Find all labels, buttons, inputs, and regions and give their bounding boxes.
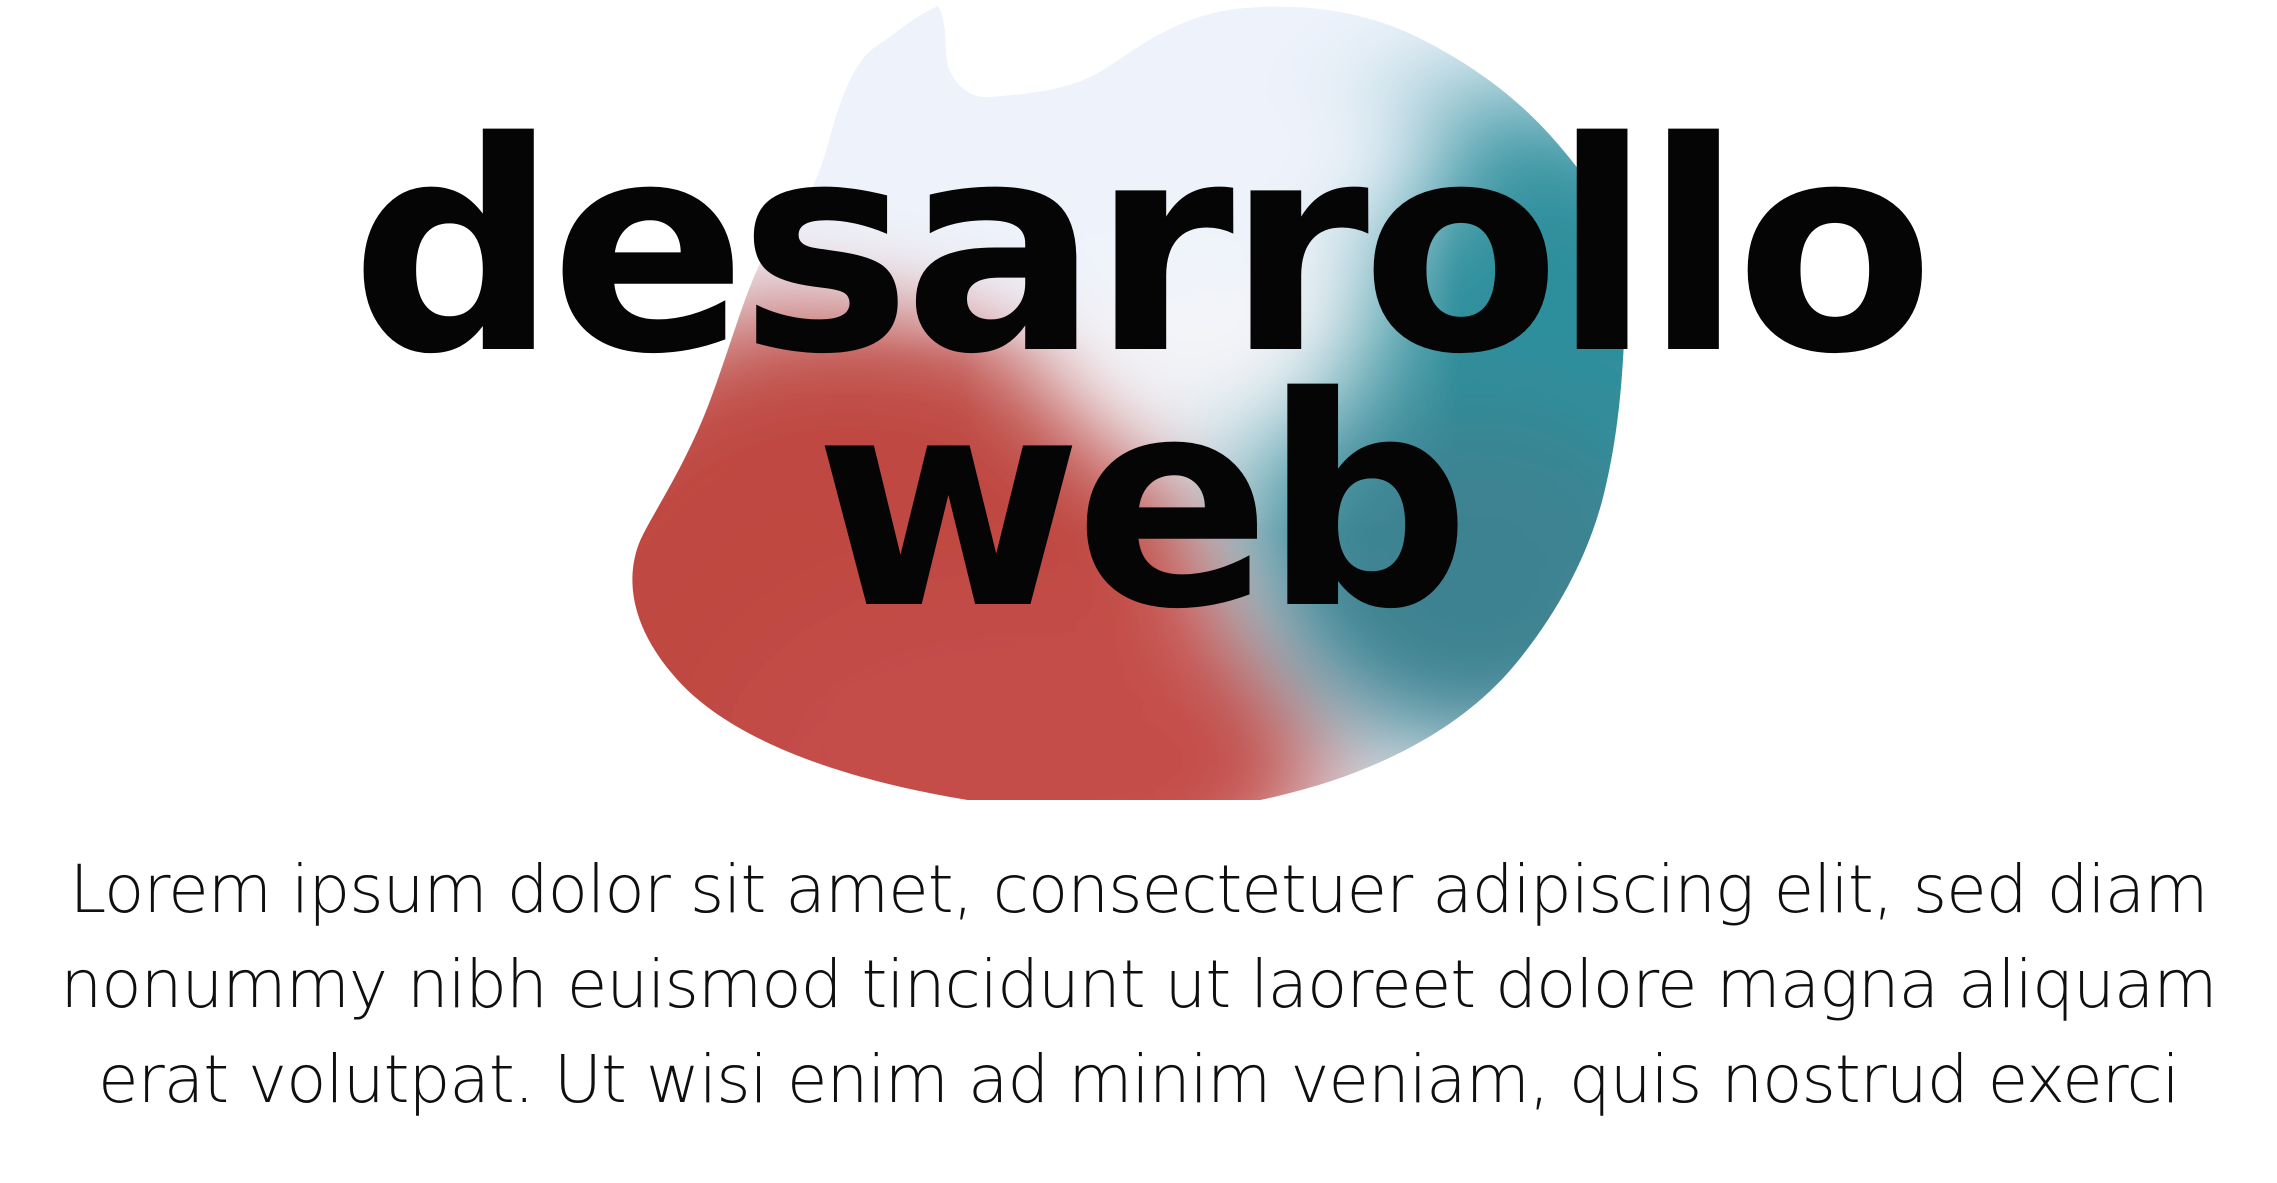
body-line-1: Lorem ipsum dolor sit amet, consectetuer… — [69, 851, 2208, 928]
body-line-3: erat volutpat. Ut wisi enim ad minim ven… — [98, 1041, 2180, 1118]
body-copy: Lorem ipsum dolor sit amet, consectetuer… — [0, 842, 2277, 1127]
body-line-2: nonummy nibh euismod tincidunt ut laoree… — [60, 946, 2217, 1023]
headline-line-2: web — [814, 336, 1470, 673]
hero-section: desarrollo web Lorem ipsum dolor sit ame… — [0, 0, 2277, 1183]
